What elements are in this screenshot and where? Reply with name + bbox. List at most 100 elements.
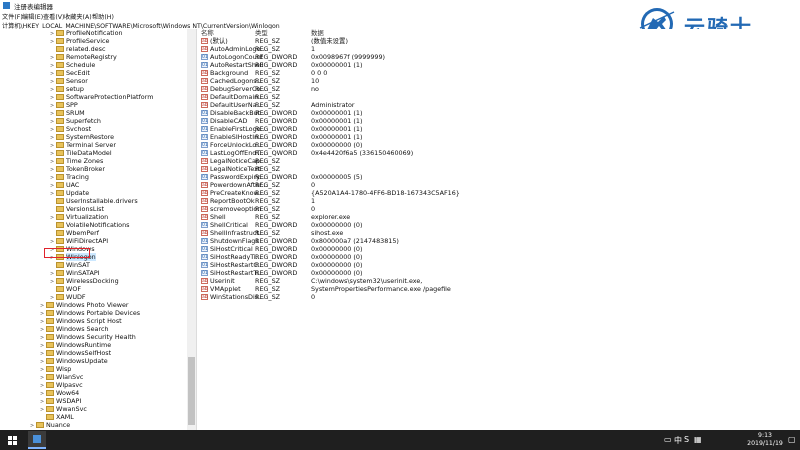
tree-item[interactable]: > Windows Photo Viewer <box>40 301 129 309</box>
value-row[interactable]: ab (默认) REG_SZ (数值未设置) <box>197 37 797 45</box>
tree-item[interactable]: > Wisp <box>40 365 71 373</box>
tree-item[interactable]: > ProfileNotification <box>50 29 123 37</box>
tree-item-label[interactable]: WindowsUpdate <box>56 357 108 365</box>
tree-item[interactable]: > Schedule <box>50 61 95 69</box>
tree-item[interactable]: > WindowsRuntime <box>40 341 111 349</box>
value-row[interactable]: 01 DisableCAD REG_DWORD 0x00000001 (1) <box>197 117 797 125</box>
tree-item-label[interactable]: SRUM <box>66 109 85 117</box>
value-row[interactable]: ab AutoAdminLogo... REG_SZ 1 <box>197 45 797 53</box>
tree-item-label[interactable]: WirelessDocking <box>66 277 119 285</box>
value-row[interactable]: ab ShellInfrastruct... REG_SZ sihost.exe <box>197 229 797 237</box>
tree-item[interactable]: > WiFiDirectAPI <box>50 237 108 245</box>
key-tree-pane[interactable]: > ProfileNotification > ProfileService relat… <box>0 29 196 430</box>
tree-item[interactable]: > WSDAPI <box>40 397 81 405</box>
tree-item-label[interactable]: Virtualization <box>66 213 108 221</box>
tree-item[interactable]: > Tracing <box>50 173 89 181</box>
tree-item[interactable]: > WindowsUpdate <box>40 357 108 365</box>
tree-item[interactable]: WbemPerf <box>50 229 99 237</box>
value-row[interactable]: ab Userinit REG_SZ C:\windows\system32\user… <box>197 277 797 285</box>
tree-item-label[interactable]: WUDF <box>66 293 86 301</box>
column-header-name[interactable]: 名称 <box>201 29 214 37</box>
value-row[interactable]: ab PowerdownAfter... REG_SZ 0 <box>197 181 797 189</box>
tree-item-label[interactable]: RemoteRegistry <box>66 53 117 61</box>
value-row[interactable]: 01 EnableSIHostIn... REG_DWORD 0x00000001 (… <box>197 133 797 141</box>
tree-item[interactable]: > Update <box>50 189 89 197</box>
tree-item[interactable]: > SPP <box>50 101 78 109</box>
windows-start-icon[interactable] <box>8 436 17 445</box>
tree-item[interactable]: > Sensor <box>50 77 88 85</box>
tree-item-label[interactable]: Windows Photo Viewer <box>56 301 129 309</box>
tree-item-label[interactable]: UAC <box>66 181 79 189</box>
tree-item[interactable]: > Windows Portable Devices <box>40 309 140 317</box>
tree-item[interactable]: > Terminal Server <box>50 141 116 149</box>
value-row[interactable]: ab DefaultDomain... REG_SZ <box>197 93 797 101</box>
value-row[interactable]: 01 PasswordExpiry... REG_DWORD 0x00000005 (… <box>197 173 797 181</box>
tree-item[interactable]: > setup <box>50 85 84 93</box>
tree-item-label[interactable]: WiFiDirectAPI <box>66 237 108 245</box>
tree-item[interactable]: > WwanSvc <box>40 405 87 413</box>
taskbar-regedit-button[interactable] <box>28 431 46 449</box>
taskbar-clock[interactable]: 9:13 2019/11/19 <box>744 432 786 448</box>
tree-scrollbar-thumb[interactable] <box>188 357 195 425</box>
tree-item[interactable]: > SystemRestore <box>50 133 114 141</box>
tree-item-label[interactable]: Time Zones <box>66 157 103 165</box>
tree-item[interactable]: > Virtualization <box>50 213 108 221</box>
tree-item[interactable]: WinSAT <box>50 261 90 269</box>
value-row[interactable]: 01 ShutdownFlags REG_DWORD 0x800000a7 (2147… <box>197 237 797 245</box>
tree-item-label[interactable]: XAML <box>56 413 74 421</box>
tree-item-label[interactable]: Windows Security Health <box>56 333 136 341</box>
tree-item-label[interactable]: Tracing <box>66 173 89 181</box>
tree-item[interactable]: > Svchost <box>50 125 91 133</box>
tree-item-label[interactable]: ProfileNotification <box>66 29 123 37</box>
value-row[interactable]: ab Shell REG_SZ explorer.exe <box>197 213 797 221</box>
value-row[interactable]: 01 DisableBackBut... REG_DWORD 0x00000001 (… <box>197 109 797 117</box>
value-row[interactable]: 01 ForceUnlockLo... REG_DWORD 0x00000000 (0… <box>197 141 797 149</box>
tree-item[interactable]: > Windows Search <box>40 325 109 333</box>
column-header-data[interactable]: 数据 <box>311 29 324 37</box>
value-row[interactable]: ab scremoveoption REG_SZ 0 <box>197 205 797 213</box>
tree-item-label[interactable]: Sensor <box>66 77 88 85</box>
tree-item-label[interactable]: WSDAPI <box>56 397 81 405</box>
values-pane[interactable]: 名称 类型 数据 ab (默认) REG_SZ (数值未设置) ab AutoAdminL… <box>197 29 800 430</box>
tree-item[interactable]: WOF <box>50 285 81 293</box>
tree-item[interactable]: > UAC <box>50 181 79 189</box>
tree-item-label[interactable]: Nuance <box>46 421 70 429</box>
tree-item[interactable]: > SoftwareProtectionPlatform <box>50 93 153 101</box>
tree-item[interactable]: UserInstallable.drivers <box>50 197 138 205</box>
tree-item-label[interactable]: WOF <box>66 285 81 293</box>
tree-item[interactable]: > SecEdit <box>50 69 90 77</box>
tree-item[interactable]: > WindowsSelfHost <box>40 349 111 357</box>
value-row[interactable]: ab DebugServerCo... REG_SZ no <box>197 85 797 93</box>
tree-item[interactable]: > Wlpasvc <box>40 381 83 389</box>
tree-item-label[interactable]: Wow64 <box>56 389 79 397</box>
value-row[interactable]: 01 AutoLogonCount REG_DWORD 0x0098967f (999… <box>197 53 797 61</box>
tree-item[interactable]: > SRUM <box>50 109 85 117</box>
tree-item-label[interactable]: SoftwareProtectionPlatform <box>66 93 153 101</box>
tree-item-label[interactable]: Schedule <box>66 61 95 69</box>
tree-item[interactable]: > Superfetch <box>50 117 101 125</box>
tree-item-label[interactable]: Update <box>66 189 89 197</box>
tree-item-label[interactable]: Windows Search <box>56 325 109 333</box>
value-row[interactable]: 01 AutoRestartShell REG_DWORD 0x00000001 (1… <box>197 61 797 69</box>
tree-item-label[interactable]: TileDataModel <box>66 149 112 157</box>
tree-item-label[interactable]: Svchost <box>66 125 91 133</box>
tree-item-label[interactable]: ProfileService <box>66 37 110 45</box>
value-row[interactable]: ab LegalNoticeCap... REG_SZ <box>197 157 797 165</box>
tree-item-label[interactable]: Terminal Server <box>66 141 116 149</box>
tree-item[interactable]: > TileDataModel <box>50 149 112 157</box>
value-row[interactable]: 01 SiHostRestartTi... REG_DWORD 0x00000000 … <box>197 269 797 277</box>
tree-item-label[interactable]: Superfetch <box>66 117 101 125</box>
tray-more-icon[interactable]: ▦ <box>694 435 702 444</box>
tree-item-label[interactable]: WbemPerf <box>66 229 99 237</box>
tree-item-label[interactable]: WinSAT <box>66 261 90 269</box>
tree-item-label[interactable]: SPP <box>66 101 78 109</box>
tree-item[interactable]: > RemoteRegistry <box>50 53 117 61</box>
value-row[interactable]: ab CachedLogons... REG_SZ 10 <box>197 77 797 85</box>
tree-item-label[interactable]: WindowsRuntime <box>56 341 111 349</box>
tree-item-label[interactable]: WwanSvc <box>56 405 87 413</box>
value-row[interactable]: ab DefaultUserNa... REG_SZ Administrator <box>197 101 797 109</box>
tree-item-label[interactable]: VersionsList <box>66 205 104 213</box>
tree-item[interactable]: > Time Zones <box>50 157 103 165</box>
tray-ime-indicator[interactable]: 中 <box>674 435 682 446</box>
tree-item[interactable]: > Wow64 <box>40 389 79 397</box>
